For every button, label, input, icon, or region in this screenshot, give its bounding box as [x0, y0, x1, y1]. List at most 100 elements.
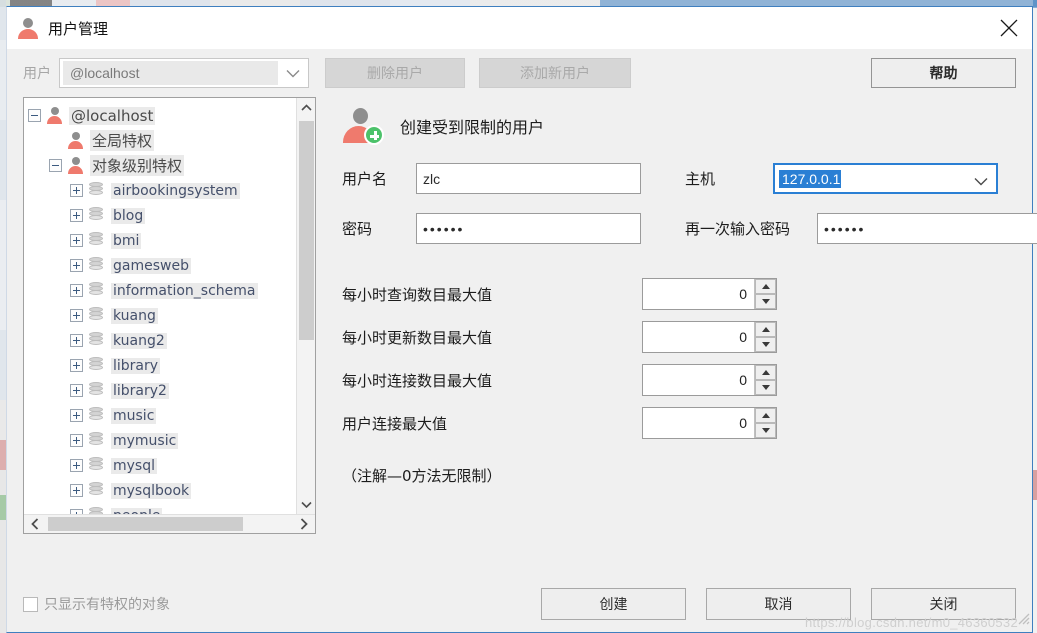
user-select[interactable]: @localhost	[59, 58, 309, 88]
tree-item[interactable]: @localhost	[28, 103, 296, 128]
tree-item[interactable]: blog	[28, 203, 296, 228]
tree-item[interactable]: kuang	[28, 303, 296, 328]
close-icon[interactable]	[986, 7, 1032, 49]
limit-stepper[interactable]: 0	[642, 407, 777, 439]
help-button[interactable]: 帮助	[871, 58, 1016, 88]
tree-item[interactable]: people	[28, 503, 296, 514]
tree-item[interactable]: music	[28, 403, 296, 428]
user-select-value: @localhost	[63, 61, 278, 85]
window-title: 用户管理	[48, 19, 109, 38]
tree-item-label: library	[111, 357, 161, 374]
expand-icon[interactable]	[70, 184, 83, 197]
host-select[interactable]: 127.0.0.1	[773, 163, 998, 194]
limit-label: 每小时连接数目最大值	[342, 371, 493, 390]
scroll-right-icon[interactable]	[293, 515, 315, 534]
add-new-user-button[interactable]: 添加新用户	[479, 58, 631, 88]
form-heading-row: 创建受到限制的用户	[342, 103, 1037, 149]
tree-item-label: kuang	[111, 307, 158, 324]
stepper-down-icon[interactable]	[755, 380, 776, 395]
username-label: 用户名	[342, 170, 388, 188]
stepper-down-icon[interactable]	[755, 294, 776, 309]
cancel-button[interactable]: 取消	[706, 588, 851, 620]
password-confirm-input[interactable]: ••••••	[817, 213, 1037, 244]
tree-item[interactable]: mymusic	[28, 428, 296, 453]
limit-value[interactable]: 0	[643, 322, 754, 352]
tree-vertical-scrollbar[interactable]	[296, 98, 315, 514]
expand-icon[interactable]	[70, 234, 83, 247]
limit-stepper[interactable]: 0	[642, 364, 777, 396]
limit-stepper[interactable]: 0	[642, 278, 777, 310]
tree-item[interactable]: 对象级别特权	[28, 153, 296, 178]
tree-item[interactable]: mysqlbook	[28, 478, 296, 503]
title-bar: 用户管理	[7, 7, 1032, 49]
password-input[interactable]: ••••••	[416, 213, 641, 244]
tree-item-label: mymusic	[111, 432, 179, 449]
create-button[interactable]: 创建	[541, 588, 686, 620]
expand-icon[interactable]	[70, 459, 83, 472]
tree-item[interactable]: mysql	[28, 453, 296, 478]
privileges-tree[interactable]: @localhost 全局特权 对象级别特权 airbookingsystem blog…	[24, 98, 296, 514]
expand-icon[interactable]	[70, 209, 83, 222]
tree-item[interactable]: library	[28, 353, 296, 378]
tree-item[interactable]: gamesweb	[28, 253, 296, 278]
collapse-icon[interactable]	[49, 159, 62, 172]
tree-vscroll-track[interactable]	[297, 117, 315, 495]
stepper-down-icon[interactable]	[755, 337, 776, 352]
tree-item[interactable]: library2	[28, 378, 296, 403]
expand-icon[interactable]	[70, 259, 83, 272]
toolbar: 用户 @localhost 删除用户 添加新用户 帮助	[7, 49, 1032, 97]
tree-item-label: information_schema	[111, 282, 258, 299]
database-icon	[88, 307, 105, 324]
tree-item[interactable]: airbookingsystem	[28, 178, 296, 203]
limits-section: 每小时查询数目最大值 0 每小时更新数目最大值 0 每小时连接数目最大值 0 用户连接最大值…	[342, 278, 1037, 439]
stepper-up-icon[interactable]	[755, 365, 776, 380]
stepper-up-icon[interactable]	[755, 322, 776, 337]
tree-hscroll-track[interactable]	[46, 515, 293, 533]
database-icon	[88, 182, 105, 199]
collapse-icon[interactable]	[28, 109, 41, 122]
expand-icon[interactable]	[70, 284, 83, 297]
delete-user-button[interactable]: 删除用户	[325, 58, 465, 88]
expand-icon[interactable]	[70, 359, 83, 372]
expand-icon[interactable]	[70, 309, 83, 322]
tree-item[interactable]: bmi	[28, 228, 296, 253]
limit-label: 每小时查询数目最大值	[342, 285, 493, 304]
limit-stepper[interactable]: 0	[642, 321, 777, 353]
tree-item-label: 对象级别特权	[90, 155, 185, 176]
tree-item[interactable]: kuang2	[28, 328, 296, 353]
stepper-up-icon[interactable]	[755, 279, 776, 294]
limit-value[interactable]: 0	[643, 365, 754, 395]
stepper-up-icon[interactable]	[755, 408, 776, 423]
limit-value[interactable]: 0	[643, 408, 754, 438]
limit-value[interactable]: 0	[643, 279, 754, 309]
scroll-down-icon[interactable]	[297, 495, 315, 514]
limit-row: 每小时连接数目最大值 0	[342, 364, 1037, 396]
expand-icon[interactable]	[70, 384, 83, 397]
scroll-left-icon[interactable]	[24, 515, 46, 534]
limit-label: 用户连接最大值	[342, 414, 448, 433]
database-icon	[88, 382, 105, 399]
users-icon	[67, 132, 84, 149]
expand-icon[interactable]	[70, 509, 83, 514]
tree-hscroll-thumb[interactable]	[48, 517, 244, 531]
tree-horizontal-scrollbar[interactable]	[24, 514, 315, 533]
expand-icon[interactable]	[70, 409, 83, 422]
expand-icon[interactable]	[70, 334, 83, 347]
close-button[interactable]: 关闭	[871, 588, 1016, 620]
tree-vscroll-thumb[interactable]	[299, 121, 314, 341]
expand-icon[interactable]	[70, 434, 83, 447]
tree-item[interactable]: 全局特权	[28, 128, 296, 153]
tree-item[interactable]: information_schema	[28, 278, 296, 303]
stepper-down-icon[interactable]	[755, 423, 776, 438]
checkbox-box[interactable]	[23, 596, 38, 612]
scroll-up-icon[interactable]	[297, 98, 315, 117]
expand-icon[interactable]	[70, 484, 83, 497]
user-label: 用户	[23, 66, 51, 82]
database-icon	[88, 507, 105, 514]
resize-grip[interactable]	[1014, 609, 1030, 630]
show-privileged-only-checkbox[interactable]: 只显示有特权的对象	[23, 594, 170, 614]
database-icon	[88, 357, 105, 374]
username-value: zlc	[423, 170, 441, 187]
database-icon	[88, 482, 105, 499]
username-input[interactable]: zlc	[416, 163, 641, 194]
